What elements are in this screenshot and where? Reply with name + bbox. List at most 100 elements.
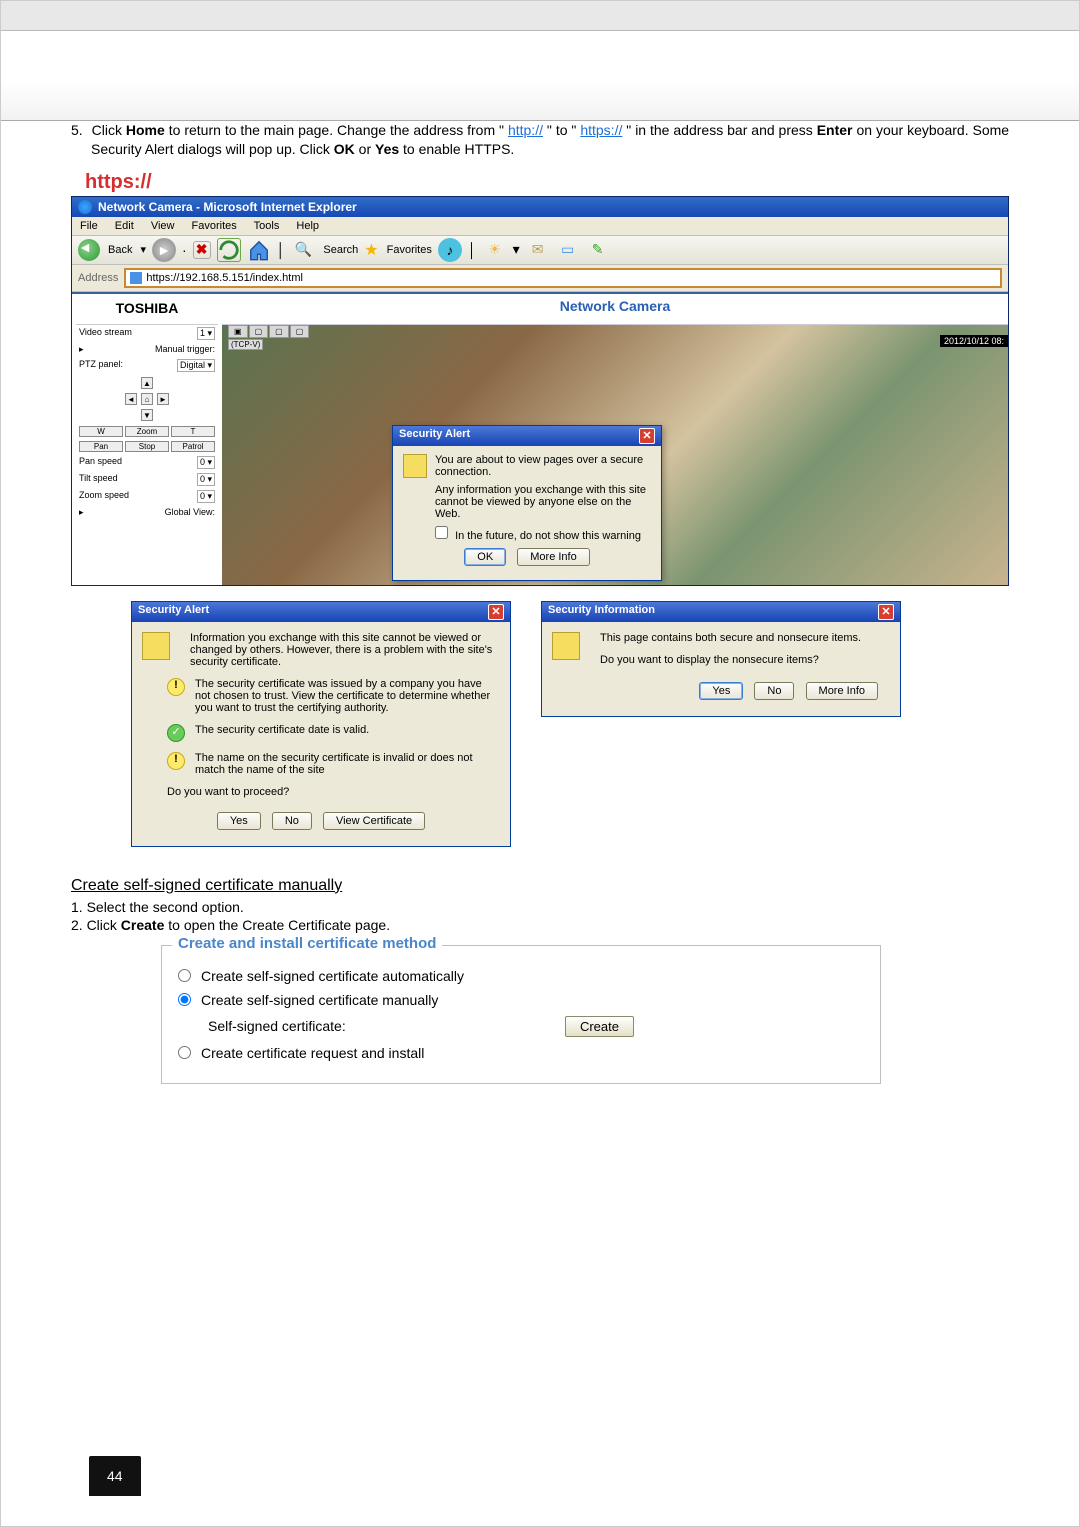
- http-link[interactable]: http://: [508, 122, 543, 138]
- tilt-speed-select[interactable]: 0 ▾: [197, 473, 215, 486]
- cert-opt-auto[interactable]: Create self-signed certificate automatic…: [178, 968, 864, 984]
- back-icon[interactable]: ◄: [78, 239, 100, 261]
- yes-button[interactable]: Yes: [699, 682, 743, 700]
- ie-menubar[interactable]: File Edit View Favorites Tools Help: [72, 217, 1008, 236]
- menu-favorites[interactable]: Favorites: [192, 220, 237, 232]
- sa1-line2: Any information you exchange with this s…: [435, 484, 651, 520]
- pan-speed-select[interactable]: 0 ▾: [197, 456, 215, 469]
- close-icon[interactable]: ✕: [639, 428, 655, 444]
- timestamp: 2012/10/12 08:: [940, 335, 1008, 347]
- toshiba-logo: TOSHIBA: [76, 294, 218, 325]
- media-icon[interactable]: ♪: [438, 238, 462, 262]
- ptz-down[interactable]: ▼: [141, 409, 153, 421]
- cert-fieldset: Create and install certificate method Cr…: [161, 945, 881, 1084]
- menu-help[interactable]: Help: [296, 220, 319, 232]
- page-icon: [130, 272, 142, 284]
- page-header-grad: [1, 81, 1079, 121]
- address-url: 192.168.5.151/index.html: [179, 272, 303, 284]
- favorites-label[interactable]: Favorites: [387, 244, 432, 256]
- ptz-select[interactable]: Digital ▾: [177, 359, 215, 372]
- close-icon[interactable]: ✕: [878, 604, 894, 620]
- cert-legend: Create and install certificate method: [172, 935, 442, 952]
- https-annotation: https://: [85, 171, 1009, 194]
- create-button[interactable]: Create: [565, 1016, 634, 1037]
- yes-button[interactable]: Yes: [217, 812, 261, 830]
- security-alert-2: Security Alert ✕ Information you exchang…: [131, 601, 511, 847]
- sa2-b2: The security certificate date is valid.: [195, 724, 369, 742]
- menu-file[interactable]: File: [80, 220, 98, 232]
- forward-icon[interactable]: ►: [152, 238, 176, 262]
- global-view[interactable]: ▸ Global View:: [76, 505, 218, 520]
- no-button[interactable]: No: [272, 812, 312, 830]
- sa1-chk-label: In the future, do not show this warning: [455, 530, 641, 542]
- mail-icon[interactable]: ✉: [526, 238, 550, 262]
- lock-icon: [552, 632, 580, 660]
- zoom-tele[interactable]: T: [171, 426, 215, 437]
- zoom-label: Zoom: [125, 426, 169, 437]
- video-stream-select[interactable]: 1 ▾: [197, 327, 215, 340]
- view-certificate-button[interactable]: View Certificate: [323, 812, 425, 830]
- sa3-p2: Do you want to display the nonsecure ite…: [600, 654, 861, 666]
- stop-icon[interactable]: ✖: [193, 241, 211, 259]
- ptz-right[interactable]: ►: [157, 393, 169, 405]
- warning-icon: [167, 678, 185, 696]
- ptz-pad: ▲ ▼ ◄ ► ⌂: [125, 377, 169, 421]
- create-step-1: 1. Select the second option.: [71, 899, 1009, 915]
- video-stream-row: Video stream 1 ▾: [76, 325, 218, 342]
- close-icon[interactable]: ✕: [488, 604, 504, 620]
- check-icon: [167, 724, 185, 742]
- warning-icon: [167, 752, 185, 770]
- ie-window: Network Camera - Microsoft Internet Expl…: [71, 196, 1009, 586]
- sa1-checkbox[interactable]: [435, 526, 448, 539]
- camera-main: Network Camera ▣▢▢▢ (TCP-V) 2012/10/12 0…: [222, 294, 1008, 585]
- no-button[interactable]: No: [754, 682, 794, 700]
- favorites-icon[interactable]: ★: [364, 240, 378, 260]
- radio-manual[interactable]: [178, 993, 191, 1006]
- more-info-button[interactable]: More Info: [517, 548, 589, 566]
- menu-tools[interactable]: Tools: [254, 220, 280, 232]
- radio-request[interactable]: [178, 1046, 191, 1059]
- refresh-icon[interactable]: [217, 238, 241, 262]
- cert-opt-manual[interactable]: Create self-signed certificate manually: [178, 992, 864, 1008]
- lock-icon: [403, 454, 427, 478]
- radio-auto[interactable]: [178, 969, 191, 982]
- address-input[interactable]: https:// 192.168.5.151/index.html: [124, 268, 1002, 288]
- bold-home: Home: [126, 122, 165, 138]
- zoom-wide[interactable]: W: [79, 426, 123, 437]
- address-https: https://: [146, 272, 179, 284]
- sa2-p1: Information you exchange with this site …: [190, 632, 500, 668]
- pan-btn[interactable]: Pan: [79, 441, 123, 452]
- sa2-title: Security Alert: [138, 604, 209, 620]
- ptz-left[interactable]: ◄: [125, 393, 137, 405]
- home-icon[interactable]: [247, 238, 271, 262]
- edit-icon[interactable]: ✎: [586, 238, 610, 262]
- menu-edit[interactable]: Edit: [115, 220, 134, 232]
- print-icon[interactable]: ▭: [556, 238, 580, 262]
- cert-sub-row: Self-signed certificate: Create: [208, 1016, 864, 1037]
- more-info-button[interactable]: More Info: [806, 682, 878, 700]
- ok-button[interactable]: OK: [464, 548, 506, 566]
- patrol-btn[interactable]: Patrol: [171, 441, 215, 452]
- history-icon[interactable]: ☀: [483, 238, 507, 262]
- ie-toolbar: ◄ Back ▾ ► · ✖ │ 🔍 Search ★ Favorites ♪ …: [72, 236, 1008, 265]
- ptz-up[interactable]: ▲: [141, 377, 153, 389]
- create-heading: Create self-signed certificate manually: [71, 877, 1009, 895]
- zoom-speed-select[interactable]: 0 ▾: [197, 490, 215, 503]
- search-icon[interactable]: 🔍: [291, 238, 315, 262]
- page-number: 44: [89, 1456, 141, 1496]
- search-label[interactable]: Search: [323, 244, 358, 256]
- camera-title: Network Camera: [222, 294, 1008, 325]
- https-link[interactable]: https://: [580, 122, 622, 138]
- sa2-b1: The security certificate was issued by a…: [195, 678, 500, 714]
- view-tabs[interactable]: ▣▢▢▢: [228, 325, 309, 338]
- stop-btn[interactable]: Stop: [125, 441, 169, 452]
- manual-trigger[interactable]: ▸ Manual trigger:: [76, 342, 218, 357]
- ie-icon: [78, 200, 92, 214]
- ptz-home[interactable]: ⌂: [141, 393, 153, 405]
- sa2-proceed: Do you want to proceed?: [167, 786, 500, 798]
- cert-opt-request[interactable]: Create certificate request and install: [178, 1045, 864, 1061]
- back-label[interactable]: Back: [108, 244, 132, 256]
- sa1-title: Security Alert: [399, 428, 470, 444]
- menu-view[interactable]: View: [151, 220, 175, 232]
- sa3-p1: This page contains both secure and nonse…: [600, 632, 861, 644]
